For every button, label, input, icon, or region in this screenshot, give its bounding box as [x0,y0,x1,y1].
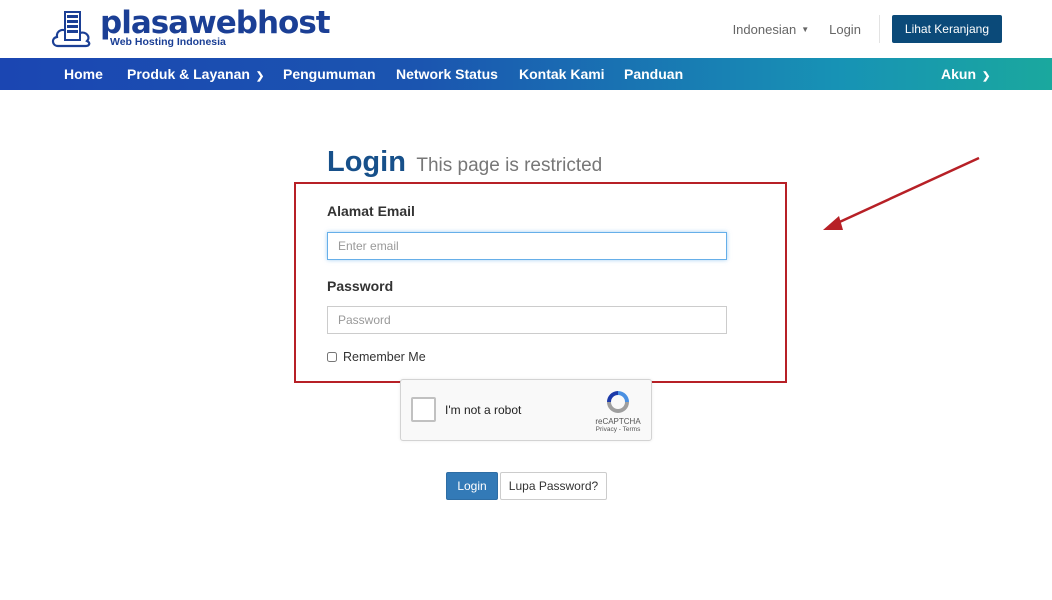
nav-products[interactable]: Produk & Layanan ❯ [127,58,264,90]
nav-account[interactable]: Akun ❯ [941,58,990,90]
page-title: Login This page is restricted [327,146,602,179]
login-button[interactable]: Login [446,472,498,500]
annotation-arrow [823,156,980,230]
chevron-down-icon: ❯ [982,71,991,82]
main-nav: Home Produk & Layanan ❯ Pengumuman Networ… [0,58,1052,90]
nav-products-label: Produk & Layanan [127,66,250,82]
recaptcha-brand: reCAPTCHA [595,417,641,426]
password-label: Password [327,278,394,294]
page-title-subtitle: This page is restricted [416,155,603,176]
chevron-down-icon: ❯ [255,71,265,82]
email-field[interactable] [327,232,727,260]
remember-me-checkbox[interactable] [327,352,337,362]
language-label: Indonesian [732,21,797,37]
divider [878,15,880,43]
page-title-main: Login [327,146,406,178]
email-label: Alamat Email [327,203,415,219]
recaptcha-icon [607,391,629,413]
nav-announcements[interactable]: Pengumuman [283,58,376,90]
recaptcha-label: I'm not a robot [445,403,522,417]
recaptcha-logo: reCAPTCHA Privacy - Terms [593,388,643,433]
remember-me: Remember Me [327,350,426,364]
server-cloud-icon [51,11,91,48]
nav-home[interactable]: Home [64,58,103,90]
recaptcha-widget: I'm not a robot reCAPTCHA Privacy - Term… [400,379,652,441]
site-header: plasawebhost Web Hosting Indonesia Indon… [0,0,1052,58]
header-login-link[interactable]: Login [829,22,861,37]
logo-name: plasawebhost [100,5,331,41]
remember-me-label: Remember Me [343,350,426,364]
recaptcha-links[interactable]: Privacy - Terms [593,426,643,433]
nav-account-label: Akun [941,66,976,82]
nav-network-status[interactable]: Network Status [396,58,498,90]
nav-contact[interactable]: Kontak Kami [519,58,605,90]
password-field[interactable] [327,306,727,334]
caret-down-icon: ▼ [801,24,810,34]
forgot-password-button[interactable]: Lupa Password? [500,472,607,500]
nav-guide[interactable]: Panduan [624,58,683,90]
language-dropdown[interactable]: Indonesian ▼ [733,22,810,37]
view-cart-button[interactable]: Lihat Keranjang [891,15,1002,43]
logo[interactable]: plasawebhost Web Hosting Indonesia [50,5,331,50]
recaptcha-checkbox[interactable] [411,397,436,422]
